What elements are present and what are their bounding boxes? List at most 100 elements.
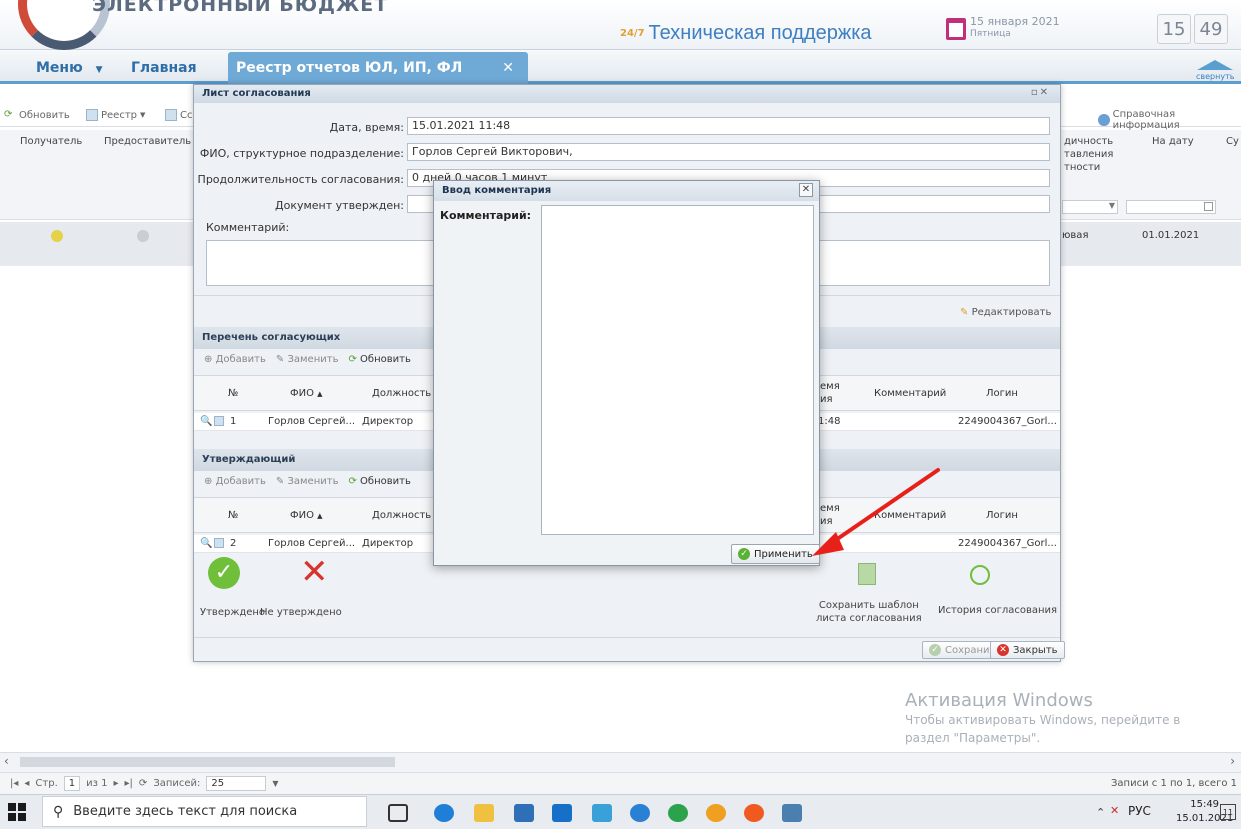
refresh-label: Обновить [360, 476, 411, 487]
page-input[interactable]: 1 [63, 776, 81, 791]
column-comment[interactable]: Комментарий [874, 388, 946, 399]
refresh-approvers-button[interactable]: ⟳ Обновить [348, 354, 410, 368]
column-position[interactable]: Должность [372, 510, 431, 521]
file-explorer-icon[interactable] [474, 804, 494, 822]
fio-field[interactable]: Горлов Сергей Викторович, [407, 143, 1050, 161]
calendar-icon [946, 18, 966, 40]
internet-explorer-icon[interactable] [630, 804, 650, 822]
task-view-icon[interactable] [388, 804, 408, 822]
table-icon [86, 109, 98, 121]
close-icon[interactable]: ✕ [1040, 87, 1050, 98]
dialog-comment-input[interactable] [541, 205, 814, 535]
refresh-button[interactable]: ⟳ Обновить [4, 109, 70, 121]
pager: |◂ ◂ Стр. 1 из 1 ▸ ▸| ⟳ Записей: 25 ▼ [0, 772, 1241, 794]
view-icon[interactable]: 🔍 [200, 416, 212, 427]
column-periodicity[interactable]: дичность тавления тности [1064, 135, 1113, 174]
column-no[interactable]: № [228, 388, 238, 399]
column-date[interactable]: На дату [1152, 136, 1194, 147]
close-button[interactable]: ✕ Закрыть [990, 641, 1065, 659]
help-button[interactable]: Справочная информация [1098, 109, 1241, 131]
scroll-thumb[interactable] [20, 757, 395, 767]
card-icon[interactable] [214, 416, 224, 426]
home-link[interactable]: Главная [131, 60, 197, 76]
add-approver-button[interactable]: ⊕ Добавить [204, 476, 266, 490]
menu-button[interactable]: Меню ▼ [36, 60, 103, 76]
app-icon[interactable] [592, 804, 612, 822]
column-provider[interactable]: Предоставитель [104, 136, 191, 147]
close-icon[interactable]: ✕ [502, 60, 514, 76]
chevron-down-icon: ▼ [140, 111, 146, 119]
first-page-icon[interactable]: |◂ [10, 778, 18, 789]
column-time[interactable]: емя ия [820, 380, 840, 406]
column-login[interactable]: Логин [986, 388, 1018, 399]
chevron-down-icon[interactable]: ▼ [272, 779, 278, 788]
column-position[interactable]: Должность [372, 388, 431, 399]
tray-language[interactable]: РУС [1128, 804, 1151, 818]
next-page-icon[interactable]: ▸ [114, 778, 119, 789]
column-recipient[interactable]: Получатель [20, 136, 82, 147]
reload-icon[interactable]: ⟳ [139, 778, 147, 789]
pencil-icon: ✎ [960, 307, 969, 318]
notifications-icon[interactable]: 11 [1220, 804, 1236, 820]
scroll-left-icon[interactable]: ‹ [4, 754, 9, 768]
reject-cross-icon[interactable]: ✕ [300, 555, 329, 589]
save-template-icon[interactable] [858, 563, 876, 585]
app-orange-icon[interactable] [706, 804, 726, 822]
history-clock-icon[interactable] [970, 565, 990, 585]
volume-muted-icon[interactable]: ✕ [1110, 804, 1119, 817]
date-filter[interactable] [1126, 200, 1216, 214]
last-page-icon[interactable]: ▸| [125, 778, 133, 789]
history-button[interactable]: История согласования [938, 605, 1057, 616]
support-link[interactable]: 24/7 Техническая поддержка [620, 18, 872, 48]
prev-page-icon[interactable]: ◂ [24, 778, 29, 789]
maximize-icon[interactable]: ▫ [1031, 87, 1040, 98]
store-icon[interactable] [514, 804, 534, 822]
collapse-label: свернуть [1196, 72, 1235, 81]
app-badge-icon[interactable] [744, 804, 764, 822]
approve-check-icon[interactable]: ✓ [208, 557, 240, 589]
tab-registry[interactable]: Реестр отчетов ЮЛ, ИП, ФЛ ✕ [228, 52, 528, 84]
status-grey-icon [137, 230, 149, 242]
records-per-page-select[interactable]: 25 [206, 776, 267, 791]
not-approved-label[interactable]: Не утверждено [260, 607, 342, 618]
close-icon[interactable]: ✕ [799, 183, 813, 197]
column-fio[interactable]: ФИО ▲ [290, 510, 323, 521]
column-login[interactable]: Логин [986, 510, 1018, 521]
cell-fio: Горлов Сергей... [268, 416, 356, 427]
periodicity-filter[interactable]: ▼ [1062, 200, 1118, 214]
cell-position: Директор [362, 538, 414, 549]
column-periodicity-line2: тавления [1064, 149, 1114, 160]
page-label: Стр. [35, 778, 58, 789]
edge-icon[interactable] [434, 804, 454, 822]
table-icon [165, 109, 177, 121]
taskbar-search[interactable]: ⚲ Введите здесь текст для поиска [42, 796, 367, 827]
edit-button[interactable]: ✎ Редактировать [960, 307, 1051, 318]
column-no[interactable]: № [228, 510, 238, 521]
header-date: 15 января 2021 Пятница [970, 16, 1060, 40]
add-approver-button[interactable]: ⊕ Добавить [204, 354, 266, 368]
windows-start-icon[interactable] [8, 803, 26, 821]
replace-approver-button[interactable]: ✎ Заменить [276, 354, 339, 368]
save-template-button[interactable]: Сохранить шаблон листа согласования [816, 599, 922, 625]
tray-arrow-icon[interactable]: ⌃ [1096, 806, 1105, 819]
column-sum[interactable]: Су [1226, 136, 1239, 147]
mail-icon[interactable] [552, 804, 572, 822]
card-icon[interactable] [214, 538, 224, 548]
header-date-value: 15 января 2021 [970, 15, 1060, 28]
chrome-icon[interactable] [668, 804, 688, 822]
collapse-button[interactable]: свернуть [1196, 60, 1234, 81]
cell-time: 1:48 [818, 416, 841, 427]
toolbar-item-truncated[interactable]: Сс [165, 109, 192, 121]
replace-approver-button[interactable]: ✎ Заменить [276, 476, 339, 490]
horizontal-scrollbar[interactable]: ‹ › [0, 752, 1241, 772]
app-document-icon[interactable] [782, 804, 802, 822]
scroll-right-icon[interactable]: › [1230, 754, 1235, 768]
column-fio[interactable]: ФИО ▲ [290, 388, 323, 399]
page-of-label: из 1 [86, 778, 108, 789]
registry-button[interactable]: Реестр ▼ [86, 109, 145, 121]
save-template-line1: Сохранить шаблон [818, 600, 919, 611]
view-icon[interactable]: 🔍 [200, 538, 212, 549]
approved-label[interactable]: Утверждено [200, 607, 265, 618]
date-field[interactable]: 15.01.2021 11:48 [407, 117, 1050, 135]
refresh-approver-button[interactable]: ⟳ Обновить [348, 476, 410, 490]
